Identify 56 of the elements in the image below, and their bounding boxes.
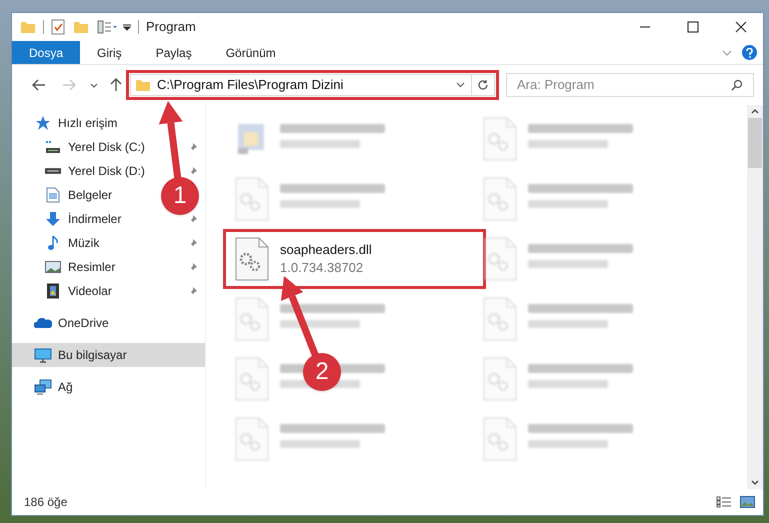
sidebar-item[interactable]: Belgeler	[12, 183, 118, 207]
download-arrow-icon	[45, 211, 61, 227]
recent-locations-caret-icon[interactable]	[90, 82, 98, 88]
sidebar-item[interactable]: İndirmeler	[12, 207, 128, 231]
customize-dropdown-icon[interactable]	[123, 23, 131, 31]
scrollbar-thumb[interactable]	[748, 118, 762, 168]
sidebar-item[interactable]: Müzik	[12, 231, 106, 255]
sidebar-item[interactable]: Yerel Disk (D:)	[12, 159, 151, 183]
up-arrow-icon[interactable]	[110, 78, 122, 92]
address-dropdown-caret-icon[interactable]	[456, 82, 465, 88]
sidebar-item[interactable]: Ağ	[12, 375, 79, 399]
search-icon[interactable]	[731, 79, 743, 91]
file-name: soapheaders.dll	[280, 241, 372, 259]
details-view-icon[interactable]	[716, 496, 732, 508]
file-detail: 1.0.734.38702	[280, 259, 364, 277]
sidebar-item[interactable]: Bu bilgisayar	[12, 343, 205, 367]
ribbon-tab[interactable]: Paylaş	[138, 41, 209, 64]
window-title: Program	[146, 18, 196, 36]
view-list-icon[interactable]	[97, 20, 119, 34]
computer-monitor-icon	[34, 348, 52, 362]
close-icon[interactable]	[735, 21, 747, 33]
expand-ribbon-icon[interactable]	[722, 50, 732, 56]
vertical-scrollbar[interactable]	[747, 105, 763, 489]
large-icons-view-icon[interactable]	[740, 496, 755, 508]
scroll-down-caret-icon[interactable]	[751, 480, 759, 485]
sidebar-item[interactable]: OneDrive	[12, 311, 115, 335]
cloud-icon	[34, 318, 52, 328]
star-icon	[35, 115, 51, 131]
address-bar[interactable]: C:\Program Files\Program Dizini	[130, 74, 495, 96]
back-arrow-icon[interactable]	[32, 79, 46, 91]
network-icon	[34, 379, 52, 395]
properties-icon[interactable]	[51, 19, 65, 35]
sidebar-item[interactable]: Videolar	[12, 279, 118, 303]
sidebar-item[interactable]: Yerel Disk (C:)	[12, 135, 151, 159]
picture-icon	[45, 261, 61, 273]
ribbon-tab[interactable]: Görünüm	[208, 41, 293, 64]
drive-icon	[45, 168, 61, 174]
search-input[interactable]: Ara: Program	[517, 75, 731, 95]
drive-icon	[45, 141, 61, 153]
sidebar-item[interactable]: Resimler	[12, 255, 122, 279]
document-icon	[46, 187, 60, 203]
file-tile[interactable]: soapheaders.dll 1.0.734.38702	[223, 229, 486, 289]
search-box[interactable]: Ara: Program	[506, 73, 754, 97]
address-path: C:\Program Files\Program Dizini	[157, 76, 344, 94]
ribbon-tab[interactable]: Giriş	[80, 41, 139, 64]
folder-icon	[135, 78, 151, 92]
ribbon-tab[interactable]: Dosya	[12, 41, 80, 64]
music-note-icon	[46, 235, 60, 251]
gear-file-icon	[235, 237, 269, 281]
help-icon[interactable]	[742, 45, 757, 60]
item-count: 186 öğe	[24, 494, 68, 511]
scroll-up-caret-icon[interactable]	[751, 109, 759, 114]
sidebar-item[interactable]: Hızlı erişim	[12, 111, 124, 135]
refresh-icon[interactable]	[477, 79, 489, 91]
film-strip-icon	[46, 283, 60, 299]
maximize-icon[interactable]	[687, 21, 699, 33]
